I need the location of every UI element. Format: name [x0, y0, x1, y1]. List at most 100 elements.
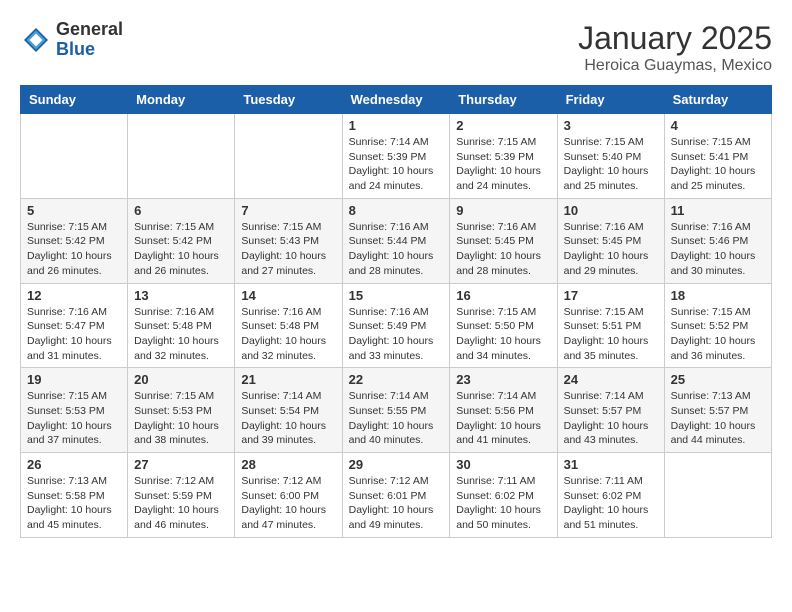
day-info: Sunrise: 7:16 AM Sunset: 5:46 PM Dayligh… [671, 220, 765, 279]
day-info: Sunrise: 7:15 AM Sunset: 5:40 PM Dayligh… [564, 135, 658, 194]
logo: General Blue [20, 20, 123, 60]
day-number: 23 [456, 372, 550, 387]
table-row: 13Sunrise: 7:16 AM Sunset: 5:48 PM Dayli… [128, 283, 235, 368]
table-row: 10 Sunrise: 7:16 AM Sunset: 5:45 PM Dayli… [557, 198, 664, 283]
calendar-day-header: Wednesday [342, 86, 450, 114]
day-info: Sunrise: 7:15 AM Sunset: 5:51 PM Dayligh… [564, 305, 658, 364]
table-row: 28 Sunrise: 7:12 AM Sunset: 6:00 PM Dayli… [235, 453, 342, 538]
table-row: 22 Sunrise: 7:14 AM Sunset: 5:55 PM Dayli… [342, 368, 450, 453]
table-row: 23 Sunrise: 7:14 AM Sunset: 5:56 PM Dayli… [450, 368, 557, 453]
day-info: Sunrise: 7:15 AM Sunset: 5:50 PM Dayligh… [456, 305, 550, 364]
day-number: 15 [349, 288, 444, 303]
day-info: Sunrise: 7:14 AM Sunset: 5:39 PM Dayligh… [349, 135, 444, 194]
table-row: 2 Sunrise: 7:15 AM Sunset: 5:39 PM Daylig… [450, 114, 557, 199]
table-row: 29 Sunrise: 7:12 AM Sunset: 6:01 PM Dayli… [342, 453, 450, 538]
day-info: Sunrise: 7:13 AM Sunset: 5:57 PM Dayligh… [671, 389, 765, 448]
table-row: 7 Sunrise: 7:15 AM Sunset: 5:43 PM Daylig… [235, 198, 342, 283]
calendar-day-header: Friday [557, 86, 664, 114]
table-row: 24Sunrise: 7:14 AM Sunset: 5:57 PM Dayli… [557, 368, 664, 453]
calendar-day-header: Sunday [21, 86, 128, 114]
day-number: 6 [134, 203, 228, 218]
calendar-day-header: Saturday [664, 86, 771, 114]
day-number: 29 [349, 457, 444, 472]
day-number: 1 [349, 118, 444, 133]
day-number: 20 [134, 372, 228, 387]
table-row: 27 Sunrise: 7:12 AM Sunset: 5:59 PM Dayli… [128, 453, 235, 538]
day-number: 22 [349, 372, 444, 387]
table-row [235, 114, 342, 199]
day-info: Sunrise: 7:15 AM Sunset: 5:41 PM Dayligh… [671, 135, 765, 194]
day-info: Sunrise: 7:11 AM Sunset: 6:02 PM Dayligh… [456, 474, 550, 533]
day-number: 2 [456, 118, 550, 133]
table-row: 3Sunrise: 7:15 AM Sunset: 5:40 PM Daylig… [557, 114, 664, 199]
table-row: 30 Sunrise: 7:11 AM Sunset: 6:02 PM Dayli… [450, 453, 557, 538]
table-row: 1 Sunrise: 7:14 AM Sunset: 5:39 PM Daylig… [342, 114, 450, 199]
calendar-day-header: Thursday [450, 86, 557, 114]
day-number: 30 [456, 457, 550, 472]
day-number: 28 [241, 457, 335, 472]
day-number: 26 [27, 457, 121, 472]
day-number: 5 [27, 203, 121, 218]
day-number: 8 [349, 203, 444, 218]
day-number: 11 [671, 203, 765, 218]
logo-icon [20, 24, 52, 56]
day-number: 4 [671, 118, 765, 133]
table-row: 16 Sunrise: 7:15 AM Sunset: 5:50 PM Dayli… [450, 283, 557, 368]
day-number: 18 [671, 288, 765, 303]
day-number: 7 [241, 203, 335, 218]
page-header: General Blue January 2025 Heroica Guayma… [20, 20, 772, 75]
logo-text: General Blue [56, 20, 123, 60]
table-row: 18 Sunrise: 7:15 AM Sunset: 5:52 PM Dayli… [664, 283, 771, 368]
day-number: 10 [564, 203, 658, 218]
day-info: Sunrise: 7:12 AM Sunset: 6:01 PM Dayligh… [349, 474, 444, 533]
day-number: 27 [134, 457, 228, 472]
day-info: Sunrise: 7:15 AM Sunset: 5:39 PM Dayligh… [456, 135, 550, 194]
calendar-day-header: Monday [128, 86, 235, 114]
day-number: 14 [241, 288, 335, 303]
calendar-week-row: 12Sunrise: 7:16 AM Sunset: 5:47 PM Dayli… [21, 283, 772, 368]
day-info: Sunrise: 7:14 AM Sunset: 5:57 PM Dayligh… [564, 389, 658, 448]
day-info: Sunrise: 7:15 AM Sunset: 5:53 PM Dayligh… [27, 389, 121, 448]
day-info: Sunrise: 7:15 AM Sunset: 5:42 PM Dayligh… [27, 220, 121, 279]
table-row: 15 Sunrise: 7:16 AM Sunset: 5:49 PM Dayli… [342, 283, 450, 368]
day-number: 16 [456, 288, 550, 303]
day-info: Sunrise: 7:16 AM Sunset: 5:48 PM Dayligh… [134, 305, 228, 364]
calendar-week-row: 19 Sunrise: 7:15 AM Sunset: 5:53 PM Dayli… [21, 368, 772, 453]
table-row: 17 Sunrise: 7:15 AM Sunset: 5:51 PM Dayli… [557, 283, 664, 368]
calendar-table: SundayMondayTuesdayWednesdayThursdayFrid… [20, 85, 772, 538]
table-row: 11 Sunrise: 7:16 AM Sunset: 5:46 PM Dayli… [664, 198, 771, 283]
day-info: Sunrise: 7:12 AM Sunset: 6:00 PM Dayligh… [241, 474, 335, 533]
table-row: 6 Sunrise: 7:15 AM Sunset: 5:42 PM Daylig… [128, 198, 235, 283]
calendar-week-row: 1 Sunrise: 7:14 AM Sunset: 5:39 PM Daylig… [21, 114, 772, 199]
table-row [21, 114, 128, 199]
table-row: 5 Sunrise: 7:15 AM Sunset: 5:42 PM Daylig… [21, 198, 128, 283]
day-number: 25 [671, 372, 765, 387]
table-row: 8 Sunrise: 7:16 AM Sunset: 5:44 PM Daylig… [342, 198, 450, 283]
calendar-header-row: SundayMondayTuesdayWednesdayThursdayFrid… [21, 86, 772, 114]
day-info: Sunrise: 7:16 AM Sunset: 5:45 PM Dayligh… [564, 220, 658, 279]
day-number: 19 [27, 372, 121, 387]
title-block: January 2025 Heroica Guaymas, Mexico [578, 20, 772, 75]
logo-blue: Blue [56, 40, 123, 60]
day-info: Sunrise: 7:16 AM Sunset: 5:48 PM Dayligh… [241, 305, 335, 364]
day-info: Sunrise: 7:12 AM Sunset: 5:59 PM Dayligh… [134, 474, 228, 533]
day-info: Sunrise: 7:16 AM Sunset: 5:49 PM Dayligh… [349, 305, 444, 364]
day-number: 31 [564, 457, 658, 472]
day-info: Sunrise: 7:14 AM Sunset: 5:56 PM Dayligh… [456, 389, 550, 448]
day-info: Sunrise: 7:15 AM Sunset: 5:42 PM Dayligh… [134, 220, 228, 279]
calendar-week-row: 5 Sunrise: 7:15 AM Sunset: 5:42 PM Daylig… [21, 198, 772, 283]
day-number: 17 [564, 288, 658, 303]
table-row: 20 Sunrise: 7:15 AM Sunset: 5:53 PM Dayli… [128, 368, 235, 453]
day-info: Sunrise: 7:14 AM Sunset: 5:55 PM Dayligh… [349, 389, 444, 448]
day-info: Sunrise: 7:16 AM Sunset: 5:44 PM Dayligh… [349, 220, 444, 279]
table-row: 14 Sunrise: 7:16 AM Sunset: 5:48 PM Dayli… [235, 283, 342, 368]
day-info: Sunrise: 7:15 AM Sunset: 5:43 PM Dayligh… [241, 220, 335, 279]
table-row: 26 Sunrise: 7:13 AM Sunset: 5:58 PM Dayli… [21, 453, 128, 538]
day-info: Sunrise: 7:14 AM Sunset: 5:54 PM Dayligh… [241, 389, 335, 448]
table-row [664, 453, 771, 538]
day-info: Sunrise: 7:13 AM Sunset: 5:58 PM Dayligh… [27, 474, 121, 533]
table-row: 21Sunrise: 7:14 AM Sunset: 5:54 PM Dayli… [235, 368, 342, 453]
day-info: Sunrise: 7:15 AM Sunset: 5:53 PM Dayligh… [134, 389, 228, 448]
day-number: 12 [27, 288, 121, 303]
day-info: Sunrise: 7:15 AM Sunset: 5:52 PM Dayligh… [671, 305, 765, 364]
